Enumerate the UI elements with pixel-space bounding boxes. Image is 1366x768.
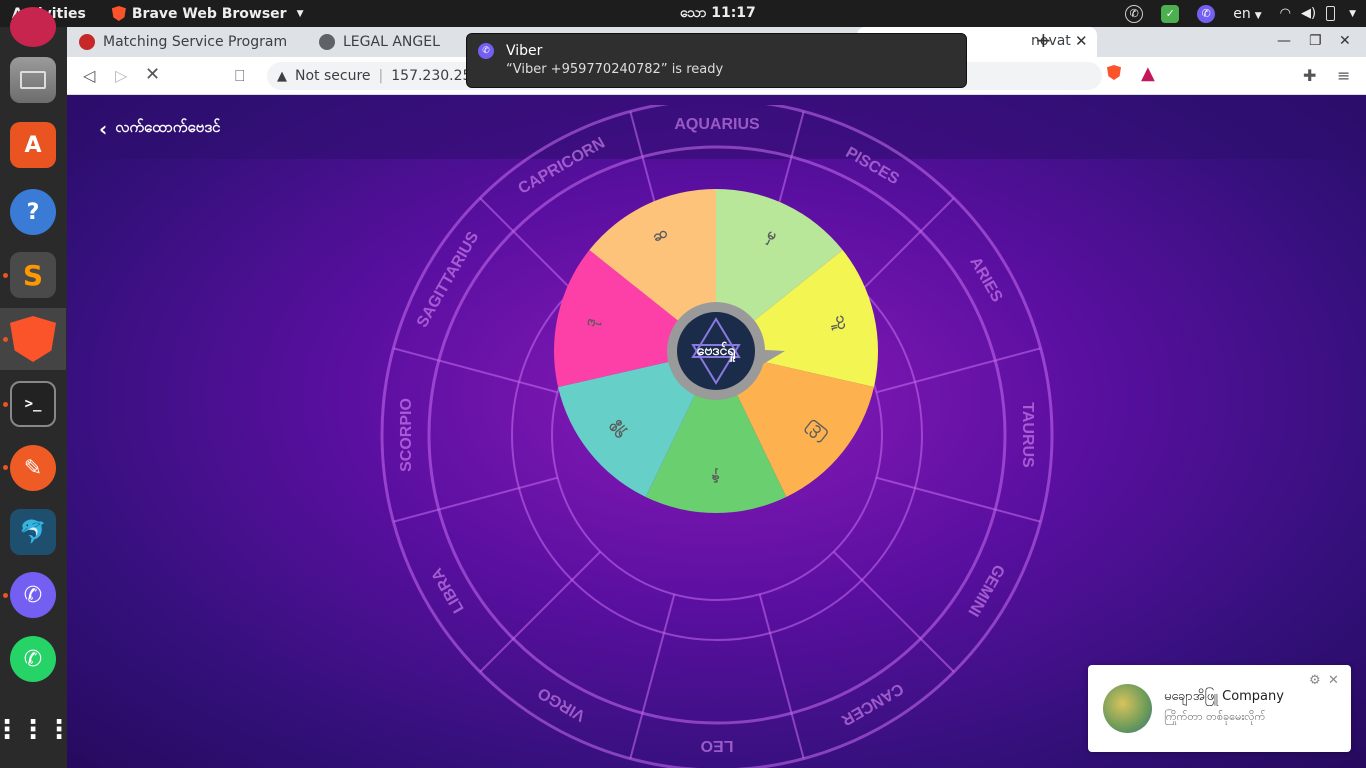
system-tray: ✆ ✓ ✆ en ▼ ◠ ◀) ▼: [1125, 4, 1356, 23]
zodiac-divider: [629, 594, 676, 759]
security-label[interactable]: Not secure: [295, 68, 371, 84]
zodiac-label: SCORPIO: [398, 398, 415, 472]
notification-body: “Viber +959770240782” is ready: [506, 62, 724, 77]
zodiac-label: SAGITTARIUS: [414, 229, 483, 331]
help-icon[interactable]: ?: [10, 189, 56, 235]
dock: A ? S >_ ✎ 🐬 ✆ ✆ ⋮⋮⋮: [0, 7, 72, 768]
close-icon[interactable]: ✕: [1328, 673, 1339, 688]
separator: |: [378, 68, 384, 84]
tab-label: LEGAL ANGEL: [343, 34, 440, 50]
show-apps-icon[interactable]: ⋮⋮⋮: [0, 707, 72, 753]
zodiac-label: LEO: [701, 737, 734, 754]
back-label: လက်ထောက်ဗေဒင်: [115, 118, 221, 136]
running-indicator: [3, 402, 8, 407]
chevron-down-icon: ▼: [296, 8, 304, 19]
zodiac-label: TAURUS: [1019, 402, 1036, 468]
wheel-svg: မှသူကြနှရှစ္စဒုဆ ဗေဒင်ရှု: [554, 189, 878, 513]
whatsapp-icon[interactable]: ✆: [10, 636, 56, 682]
chat-popup[interactable]: မချောအိဖြူ Company ကြိုက်တာ တစ်ခုမေးလိုက…: [1088, 665, 1351, 752]
minimize-button[interactable]: —: [1277, 33, 1291, 49]
close-tab-icon[interactable]: ✕: [1075, 32, 1088, 50]
sublime-text-icon[interactable]: S: [10, 252, 56, 298]
zodiac-label: ARIES: [966, 254, 1005, 305]
zodiac-label: LIBRA: [428, 564, 467, 615]
gear-icon[interactable]: ⚙: [1309, 673, 1321, 688]
back-button[interactable]: ◁: [83, 66, 95, 85]
forward-button[interactable]: ▷: [115, 66, 127, 85]
stop-loading-button[interactable]: ✕: [145, 64, 160, 85]
software-center-icon[interactable]: A: [10, 122, 56, 168]
restore-button[interactable]: ❐: [1309, 33, 1322, 49]
dock-partial-icon[interactable]: [10, 7, 56, 47]
menu-icon[interactable]: ≡: [1337, 66, 1350, 85]
chat-subtitle: ကြိုက်တာ တစ်ခုမေးလိုက်: [1164, 710, 1266, 723]
brave-icon: [111, 6, 126, 21]
bookmark-icon[interactable]: ⎕: [235, 66, 245, 86]
volume-icon: ◀): [1301, 6, 1317, 21]
brave-rewards-icon[interactable]: ▲: [1141, 63, 1155, 84]
checkmark-tray-icon[interactable]: ✓: [1161, 4, 1180, 23]
extensions-icon[interactable]: ✚: [1303, 66, 1316, 85]
zodiac-divider: [876, 347, 1041, 394]
mysql-workbench-icon[interactable]: 🐬: [10, 509, 56, 555]
new-tab-button[interactable]: +: [1035, 28, 1052, 52]
back-link[interactable]: ‹ လက်ထောက်ဗေဒင်: [99, 117, 220, 141]
running-indicator: [3, 593, 8, 598]
notification-title: Viber: [506, 43, 543, 59]
battery-icon: [1326, 6, 1336, 21]
running-indicator: [3, 273, 8, 278]
status-menu[interactable]: ◠ ◀) ▼: [1280, 6, 1356, 21]
clock[interactable]: သော 11:17: [680, 3, 756, 24]
chevron-down-icon: ▼: [1349, 8, 1356, 19]
running-indicator: [3, 337, 8, 342]
zodiac-divider: [832, 550, 955, 673]
close-window-button[interactable]: ✕: [1339, 33, 1351, 49]
viber-icon[interactable]: ✆: [10, 572, 56, 618]
fortune-wheel[interactable]: မှ သူ ကြ နှ ရှစ္စ ဒုဆ ဗေဒင်ရှု: [553, 189, 881, 517]
brave-shields-icon[interactable]: [1107, 65, 1121, 84]
zodiac-divider: [758, 594, 805, 759]
app-menu-label: Brave Web Browser: [131, 5, 287, 22]
zodiac-label: CANCER: [838, 679, 906, 728]
language-indicator[interactable]: en ▼: [1233, 6, 1261, 22]
language-label: en: [1233, 5, 1251, 22]
terminal-icon[interactable]: >_: [10, 381, 56, 427]
running-indicator: [3, 465, 8, 470]
site-favicon-icon: [79, 34, 95, 50]
zodiac-divider: [876, 476, 1041, 523]
system-top-bar: Activities Brave Web Browser ▼ သော 11:17…: [0, 0, 1366, 27]
zodiac-divider: [479, 550, 602, 673]
warning-icon: ▲: [277, 68, 287, 84]
viber-tray-icon[interactable]: ✆: [1197, 4, 1216, 23]
tab-matching-service[interactable]: Matching Service Program: [79, 27, 287, 57]
files-icon[interactable]: [10, 57, 56, 103]
tab-legal-angel[interactable]: LEGAL ANGEL: [319, 27, 440, 57]
wifi-icon: ◠: [1279, 6, 1291, 21]
chevron-left-icon: ‹: [99, 117, 108, 141]
globe-icon: [319, 34, 335, 50]
chat-page-name: မချောအိဖြူ Company: [1164, 689, 1284, 704]
zodiac-divider: [393, 476, 558, 523]
tab-label: Matching Service Program: [103, 34, 288, 50]
app-menu[interactable]: Brave Web Browser ▼: [111, 5, 304, 22]
viber-icon: ✆: [478, 43, 494, 59]
zodiac-divider: [393, 347, 558, 394]
web-page: ‹ လက်ထောက်ဗေဒင် PISCES ARIES TAURUS GEMINI C…: [67, 95, 1366, 768]
zodiac-label: AQUARIUS: [674, 116, 760, 133]
chevron-down-icon: ▼: [1254, 10, 1262, 21]
viber-notification[interactable]: ✆ Viber “Viber +959770240782” is ready: [466, 33, 967, 88]
whatsapp-tray-icon[interactable]: ✆: [1125, 4, 1144, 23]
postman-icon[interactable]: ✎: [10, 445, 56, 491]
avatar[interactable]: [1103, 684, 1152, 733]
